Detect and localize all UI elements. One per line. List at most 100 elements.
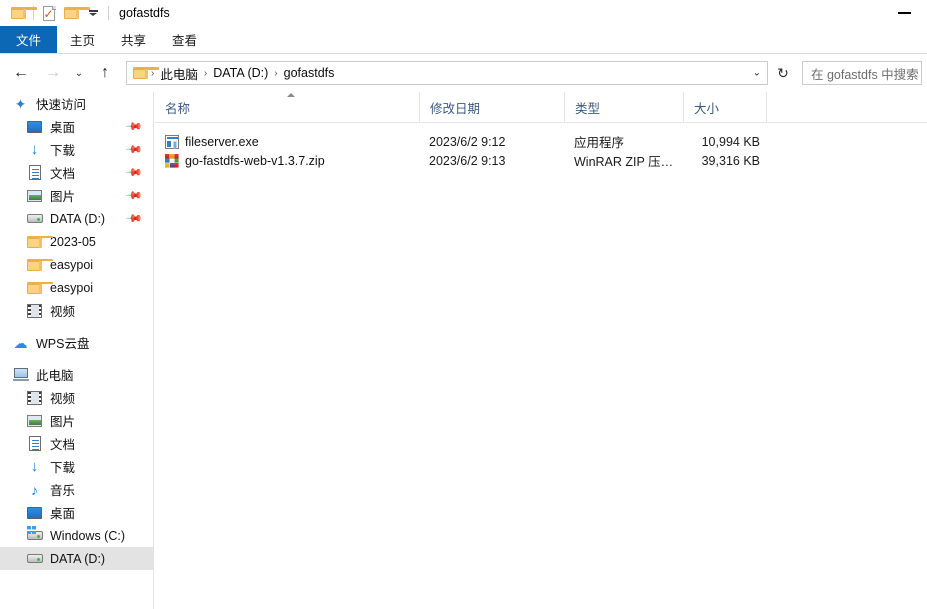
column-header-label: 大小 bbox=[694, 101, 720, 116]
exe-application-icon bbox=[165, 134, 179, 149]
window-title: gofastdfs bbox=[119, 6, 170, 20]
properties-checkmark-icon[interactable]: ✓ bbox=[38, 2, 60, 24]
sidebar-item-desktop-pc[interactable]: 桌面 bbox=[0, 501, 153, 524]
tab-share[interactable]: 共享 bbox=[108, 26, 159, 53]
file-name-label: fileserver.exe bbox=[185, 134, 259, 149]
sidebar-item-videos[interactable]: 视频 bbox=[0, 386, 153, 409]
tab-file[interactable]: 文件 bbox=[0, 26, 58, 53]
windows-drive-icon bbox=[26, 526, 43, 544]
download-icon: ↓ bbox=[30, 458, 39, 475]
computer-icon bbox=[12, 366, 29, 383]
customize-dropdown-icon[interactable] bbox=[82, 2, 104, 24]
drive-icon bbox=[26, 210, 43, 227]
column-header-spacer bbox=[766, 92, 927, 122]
sidebar-group-label: 此电脑 bbox=[36, 369, 74, 383]
desktop-icon bbox=[26, 118, 43, 135]
file-list-pane[interactable]: 名称 修改日期 类型 大小 fileserver.exe 2023/6/2 9:… bbox=[155, 92, 927, 609]
column-header-size[interactable]: 大小 bbox=[683, 92, 766, 122]
videos-icon bbox=[26, 389, 43, 406]
sidebar-item-label: 图片 bbox=[50, 190, 76, 204]
qat-divider-2 bbox=[108, 6, 109, 20]
sidebar-item-data-d-quick[interactable]: DATA (D:) 📌 bbox=[0, 207, 153, 230]
folder-icon bbox=[26, 233, 53, 250]
sidebar-item-label: 文档 bbox=[50, 167, 76, 181]
table-row[interactable]: go-fastdfs-web-v1.3.7.zip 2023/6/2 9:13 … bbox=[155, 151, 927, 170]
sidebar-item-label: 2023-05 bbox=[50, 234, 96, 249]
folder-icon bbox=[26, 256, 53, 273]
sidebar-item-pictures-pc[interactable]: 图片 bbox=[0, 409, 153, 432]
sidebar-item-windows-c[interactable]: Windows (C:) bbox=[0, 524, 153, 547]
pictures-icon bbox=[26, 187, 43, 204]
star-pin-icon: ✦ bbox=[14, 95, 27, 112]
breadcrumb-item-1[interactable]: DATA (D:) bbox=[210, 66, 271, 80]
recent-locations-icon[interactable]: ⌄ bbox=[70, 60, 88, 86]
sidebar-item-label: 视频 bbox=[50, 392, 76, 406]
new-folder-icon[interactable] bbox=[60, 2, 90, 24]
table-row[interactable]: fileserver.exe 2023/6/2 9:12 应用程序 10,994… bbox=[155, 132, 927, 151]
column-header-type[interactable]: 类型 bbox=[564, 92, 683, 122]
sidebar-item-label: 图片 bbox=[50, 415, 76, 429]
address-breadcrumb-bar[interactable]: › 此电脑 › DATA (D:) › gofastdfs ⌄ bbox=[126, 61, 768, 85]
sidebar-item-easypoi-2[interactable]: easypoi bbox=[0, 276, 153, 299]
cloud-icon: ☁ bbox=[13, 334, 28, 351]
download-icon: ↓ bbox=[30, 141, 39, 158]
music-icon: ♪ bbox=[31, 481, 38, 498]
sidebar-item-documents-pc[interactable]: 文档 bbox=[0, 432, 153, 455]
search-input[interactable]: 在 gofastdfs 中搜索 bbox=[802, 61, 922, 85]
sidebar-item-label: Windows (C:) bbox=[50, 528, 126, 543]
sort-ascending-icon bbox=[287, 93, 295, 97]
sidebar-item-downloads-pc[interactable]: ↓ 下载 bbox=[0, 455, 153, 478]
file-size-cell: 39,316 KB bbox=[701, 153, 760, 168]
sidebar-item-label: 视频 bbox=[50, 305, 76, 319]
sidebar-group-this-pc[interactable]: 此电脑 bbox=[0, 363, 153, 386]
sidebar-group-wps-cloud[interactable]: ☁ WPS云盘 bbox=[0, 331, 153, 354]
pin-icon[interactable]: 📌 bbox=[125, 209, 144, 228]
column-header-label: 修改日期 bbox=[430, 101, 481, 116]
navigation-pane[interactable]: ✦ 快速访问 桌面 📌 ↓ 下载 📌 文档 📌 图片 📌 DATA (D:) 📌 bbox=[0, 92, 154, 609]
sidebar-item-label: 桌面 bbox=[50, 121, 76, 135]
sidebar-item-label: 桌面 bbox=[50, 507, 76, 521]
chevron-down-icon[interactable]: ⌄ bbox=[753, 68, 761, 79]
column-header-name[interactable]: 名称 bbox=[155, 92, 419, 122]
forward-button[interactable]: → bbox=[40, 60, 66, 86]
sidebar-gap-2 bbox=[0, 354, 153, 363]
sidebar-item-easypoi-1[interactable]: easypoi bbox=[0, 253, 153, 276]
tab-view[interactable]: 查看 bbox=[159, 26, 210, 53]
file-type-cell: 应用程序 bbox=[574, 136, 625, 150]
column-header-date[interactable]: 修改日期 bbox=[419, 92, 564, 122]
breadcrumb-item-0[interactable]: 此电脑 bbox=[157, 64, 201, 83]
pin-icon[interactable]: 📌 bbox=[125, 140, 144, 159]
sidebar-item-data-d[interactable]: DATA (D:) bbox=[0, 547, 153, 570]
address-bar: ← → ⌄ ↑ › 此电脑 › DATA (D:) › gofastdfs ⌄ … bbox=[0, 54, 927, 92]
sidebar-item-videos-quick[interactable]: 视频 bbox=[0, 299, 153, 322]
refresh-icon[interactable]: ↻ bbox=[770, 61, 796, 85]
sidebar-group-quick-access[interactable]: ✦ 快速访问 bbox=[0, 92, 153, 115]
file-name-cell[interactable]: go-fastdfs-web-v1.3.7.zip bbox=[155, 153, 419, 168]
pin-icon[interactable]: 📌 bbox=[125, 163, 144, 182]
pin-icon[interactable]: 📌 bbox=[125, 117, 144, 136]
sidebar-item-pictures[interactable]: 图片 📌 bbox=[0, 184, 153, 207]
winrar-zip-icon bbox=[165, 153, 179, 168]
sidebar-item-desktop[interactable]: 桌面 📌 bbox=[0, 115, 153, 138]
sidebar-item-label: DATA (D:) bbox=[50, 211, 106, 226]
minimize-button[interactable] bbox=[881, 0, 927, 26]
up-button[interactable]: ↑ bbox=[92, 60, 118, 86]
file-size-cell: 10,994 KB bbox=[701, 134, 760, 149]
sidebar-item-downloads[interactable]: ↓ 下载 📌 bbox=[0, 138, 153, 161]
breadcrumb-item-2[interactable]: gofastdfs bbox=[281, 66, 338, 80]
sidebar-item-2023-05[interactable]: 2023-05 bbox=[0, 230, 153, 253]
pin-icon[interactable]: 📌 bbox=[125, 186, 144, 205]
back-button[interactable]: ← bbox=[8, 60, 34, 86]
sidebar-item-music[interactable]: ♪ 音乐 bbox=[0, 478, 153, 501]
title-bar: ✓ gofastdfs bbox=[0, 0, 927, 26]
tab-home[interactable]: 主页 bbox=[57, 26, 108, 53]
breadcrumb-separator-1: › bbox=[203, 67, 208, 79]
search-placeholder: 在 gofastdfs 中搜索 bbox=[811, 67, 919, 82]
sidebar-item-documents[interactable]: 文档 📌 bbox=[0, 161, 153, 184]
file-name-cell[interactable]: fileserver.exe bbox=[155, 134, 419, 149]
videos-icon bbox=[26, 302, 43, 319]
sidebar-group-label: 快速访问 bbox=[36, 98, 87, 112]
folder-icon[interactable] bbox=[7, 2, 37, 24]
documents-icon bbox=[26, 164, 43, 181]
sidebar-item-label: 下载 bbox=[50, 144, 76, 158]
